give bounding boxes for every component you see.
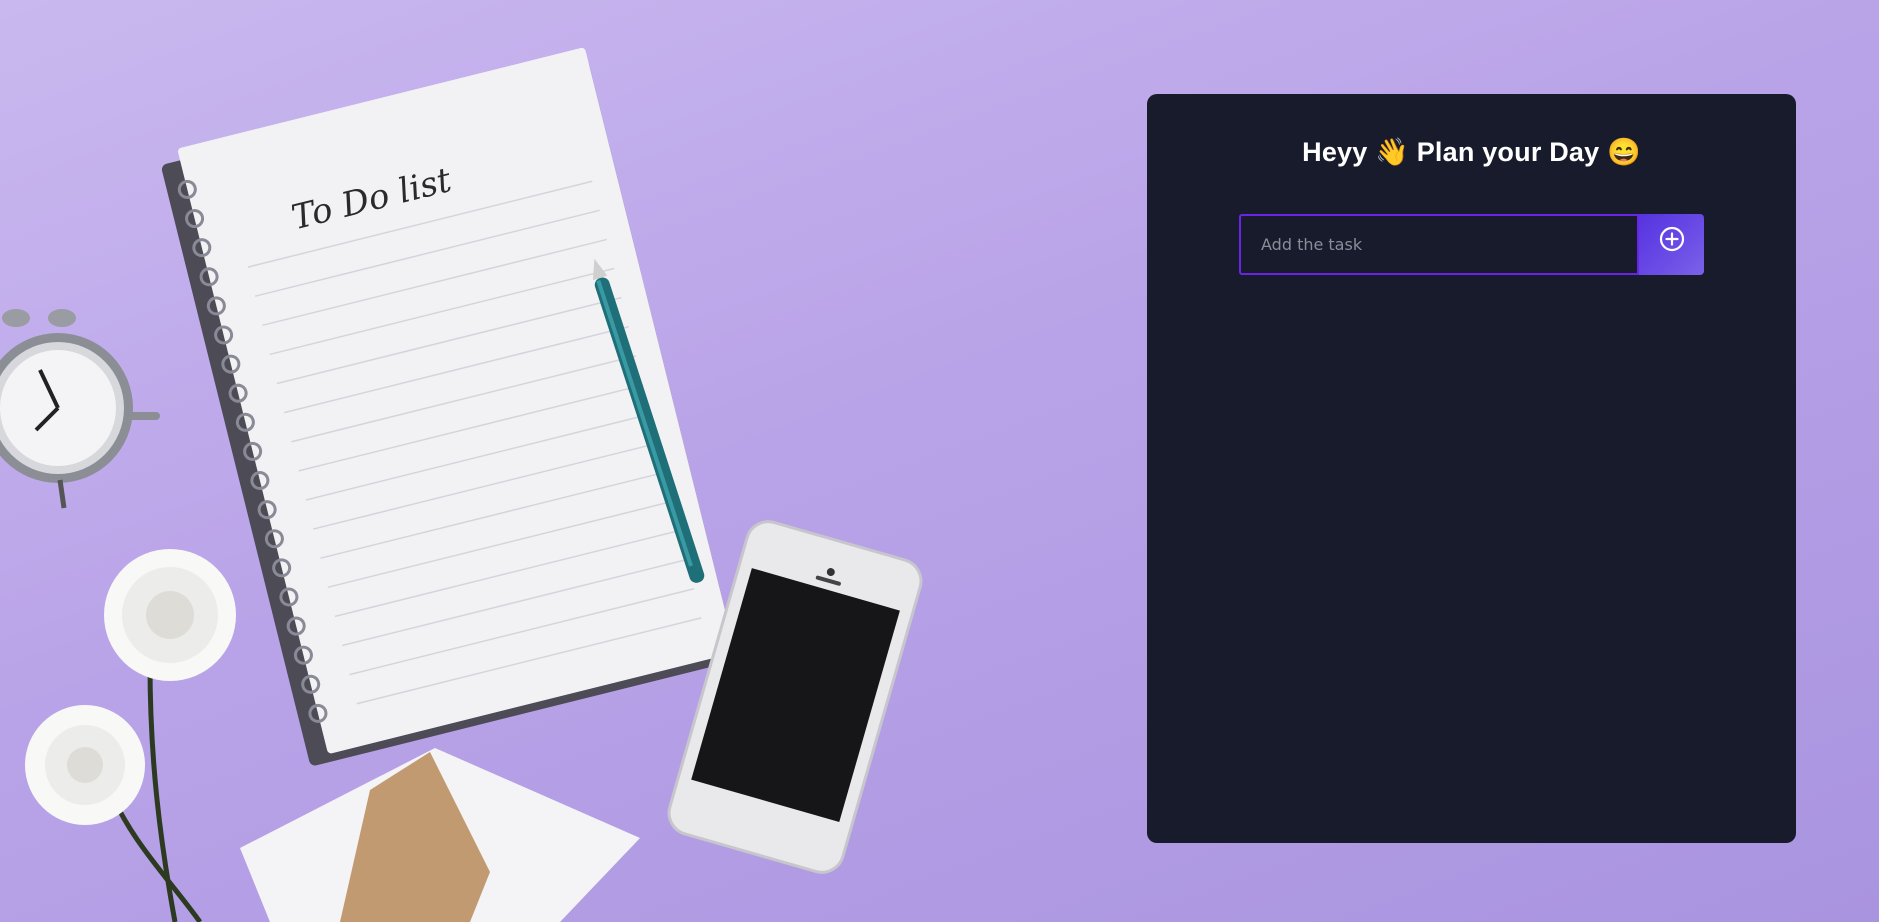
flowers-illustration <box>25 549 236 922</box>
notebook-illustration: To Do list <box>161 47 737 766</box>
add-task-form <box>1239 214 1704 275</box>
todo-panel: Heyy 👋 Plan your Day 😄 <box>1147 94 1796 843</box>
task-input[interactable] <box>1239 214 1639 275</box>
alarm-clock-illustration <box>0 309 160 509</box>
panel-title: Heyy 👋 Plan your Day 😄 <box>1302 137 1641 167</box>
envelope-illustration <box>240 748 640 922</box>
plus-circle-icon <box>1659 226 1684 252</box>
add-task-button[interactable] <box>1639 214 1704 275</box>
